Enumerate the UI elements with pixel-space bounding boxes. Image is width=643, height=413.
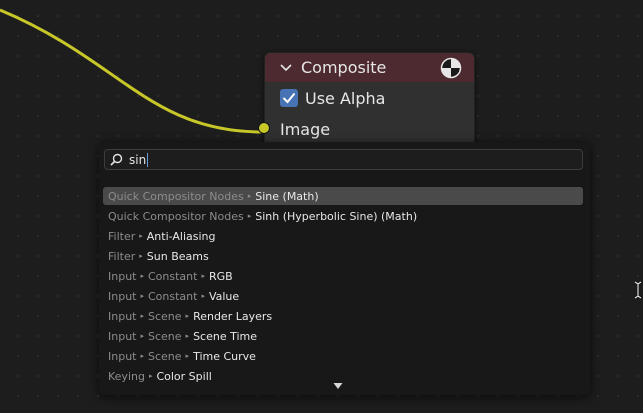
result-category: Scene [148, 349, 182, 363]
search-result-item[interactable]: Input ▸ Scene ▸ Scene Time [103, 327, 583, 345]
search-result-item[interactable]: Input ▸ Scene ▸ Render Layers [103, 307, 583, 325]
breadcrumb-arrow-icon: ▸ [140, 292, 144, 300]
text-cursor-icon [633, 281, 643, 303]
result-name: Time Curve [193, 349, 256, 363]
result-category: Input [108, 349, 137, 363]
node-header[interactable]: Composite [265, 53, 474, 82]
search-result-item[interactable]: Keying ▸ Color Spill [103, 367, 583, 385]
search-result-item[interactable]: Input ▸ Constant ▸ RGB [103, 267, 583, 285]
image-socket[interactable] [258, 122, 270, 134]
result-category: Quick Compositor Nodes [108, 189, 244, 203]
breadcrumb-arrow-icon: ▸ [185, 352, 190, 360]
magnifier-icon [110, 153, 123, 166]
composite-node[interactable]: Composite Use Alpha Image [258, 52, 475, 154]
result-category: Filter [108, 249, 136, 263]
search-query: sin [129, 152, 147, 167]
image-input-row: Image [258, 114, 474, 144]
text-caret [147, 152, 149, 167]
use-alpha-row[interactable]: Use Alpha [265, 82, 474, 114]
result-category: Keying [108, 369, 145, 383]
result-category: Filter [108, 229, 136, 243]
result-name: RGB [208, 269, 233, 283]
result-name: Value [208, 289, 240, 303]
result-name: Scene Time [193, 329, 258, 343]
search-results-list: Quick Compositor Nodes ▸ Sine (Math) Quick … [103, 187, 583, 387]
breadcrumb-arrow-icon: ▸ [185, 312, 190, 320]
image-socket-label: Image [280, 119, 331, 139]
breadcrumb-arrow-icon: ▸ [201, 272, 205, 280]
result-category: Input [108, 289, 137, 303]
result-name: Sine (Math) [255, 189, 319, 203]
breadcrumb-arrow-icon: ▸ [140, 332, 144, 340]
breadcrumb-arrow-icon: ▸ [148, 372, 153, 380]
breadcrumb-arrow-icon: ▸ [140, 352, 144, 360]
breadcrumb-arrow-icon: ▸ [139, 232, 143, 240]
breadcrumb-arrow-icon: ▸ [140, 272, 144, 280]
result-category: Scene [148, 329, 182, 343]
result-name: Render Layers [193, 309, 273, 323]
breadcrumb-arrow-icon: ▸ [247, 212, 252, 220]
result-category: Constant [148, 289, 198, 303]
search-result-item[interactable]: Quick Compositor Nodes ▸ Sine (Math) [103, 187, 583, 205]
search-result-item[interactable]: Filter ▸ Anti-Aliasing [103, 227, 583, 245]
search-input[interactable]: sin [104, 149, 583, 170]
use-alpha-checkbox[interactable] [280, 89, 298, 107]
search-result-item[interactable]: Filter ▸ Sun Beams [103, 247, 583, 265]
result-name: Color Spill [156, 369, 212, 383]
breadcrumb-arrow-icon: ▸ [201, 292, 205, 300]
node-search-popup: sin Quick Compositor Nodes ▸ Sine (Math) Qu… [99, 142, 590, 395]
composite-output-icon [440, 57, 462, 83]
use-alpha-label: Use Alpha [305, 88, 386, 108]
search-result-item[interactable]: Input ▸ Constant ▸ Value [103, 287, 583, 305]
breadcrumb-arrow-icon: ▸ [247, 192, 252, 200]
result-category: Input [108, 329, 137, 343]
result-name: Anti-Aliasing [146, 229, 216, 243]
search-result-item[interactable]: Input ▸ Scene ▸ Time Curve [103, 347, 583, 365]
result-category: Quick Compositor Nodes [108, 209, 244, 223]
node-title: Composite [301, 58, 387, 77]
chevron-down-icon[interactable] [279, 63, 301, 73]
result-category: Input [108, 309, 137, 323]
result-name: Sun Beams [146, 249, 209, 263]
result-category: Scene [148, 309, 182, 323]
result-category: Input [108, 269, 137, 283]
breadcrumb-arrow-icon: ▸ [140, 312, 144, 320]
result-category: Constant [148, 269, 198, 283]
search-result-item[interactable]: Quick Compositor Nodes ▸ Sinh (Hyperbolic … [103, 207, 583, 225]
breadcrumb-arrow-icon: ▸ [139, 252, 143, 260]
triangle-down-icon[interactable] [333, 382, 343, 393]
result-name: Sinh (Hyperbolic Sine) (Math) [255, 209, 418, 223]
breadcrumb-arrow-icon: ▸ [185, 332, 190, 340]
